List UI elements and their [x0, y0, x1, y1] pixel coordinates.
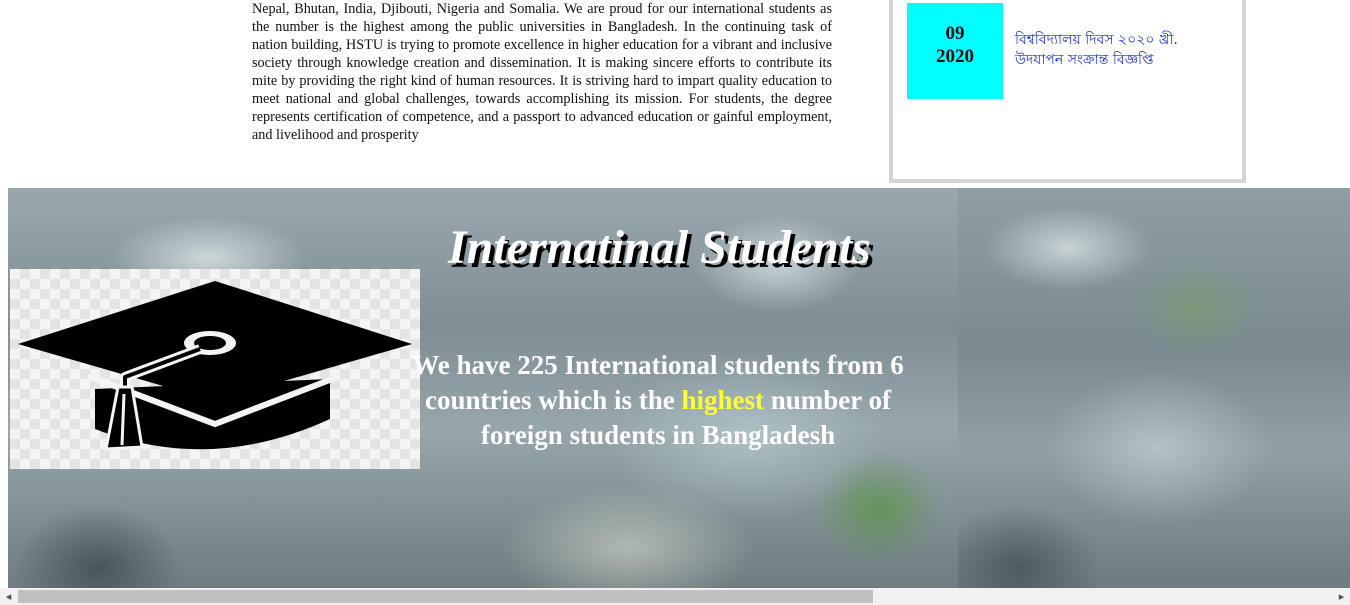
notice-date-tile: 09 2020	[907, 3, 1003, 99]
graduation-cap-icon	[18, 281, 412, 451]
scroll-left-icon[interactable]: ◂	[0, 588, 17, 605]
intro-paragraph: Nepal, Bhutan, India, Djibouti, Nigeria …	[252, 1, 832, 143]
notice-link[interactable]: বিশ্ববিদ্যালয় দিবস ২০২০ খ্রী. উদযাপন সং…	[1015, 30, 1230, 70]
graduation-cap-image	[10, 269, 420, 469]
scrollbar-thumb[interactable]	[18, 590, 873, 603]
banner-title: Internatinal Students	[448, 221, 871, 274]
horizontal-scrollbar[interactable]: ◂ ▸	[0, 588, 1350, 605]
banner-background-right	[958, 188, 1350, 588]
notice-panel: 09 2020 বিশ্ববিদ্যালয় দিবস ২০২০ খ্রী. উ…	[889, 0, 1246, 183]
notice-day: 09	[945, 23, 965, 44]
international-students-banner: Internatinal Students We have 225 Intern…	[8, 188, 1350, 588]
notice-year: 2020	[936, 46, 974, 67]
banner-highlight: highest	[681, 385, 764, 415]
scroll-right-icon[interactable]: ▸	[1333, 588, 1350, 605]
banner-text: We have 225 International students from …	[408, 348, 908, 453]
